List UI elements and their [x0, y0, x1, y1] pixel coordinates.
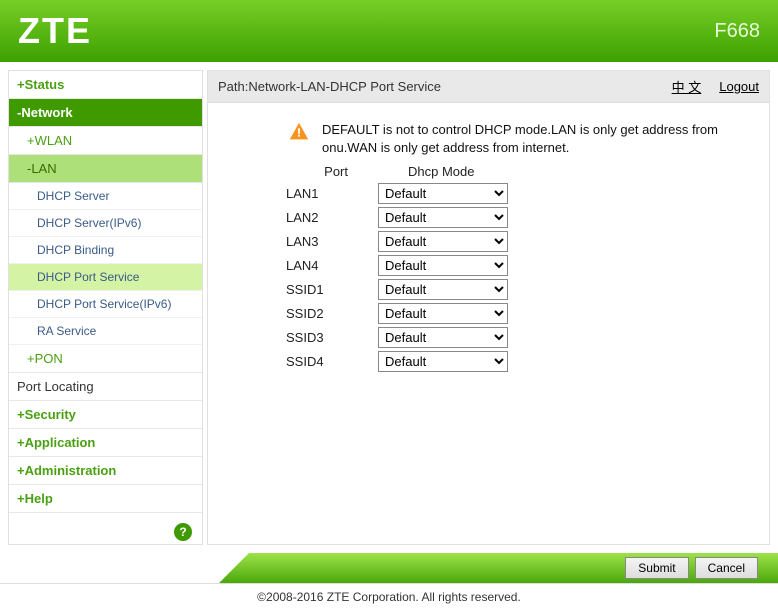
port-row: SSID1 DefaultLANWAN [278, 279, 749, 300]
copyright-text: ©2008-2016 ZTE Corporation. All rights r… [0, 583, 778, 610]
port-label: SSID3 [278, 330, 348, 345]
warning-icon [288, 121, 310, 143]
sidebar-leaf-dhcp-server-ipv6[interactable]: DHCP Server(IPv6) [9, 210, 202, 237]
sidebar-item-port-locating[interactable]: Port Locating [9, 373, 202, 401]
port-label: SSID4 [278, 354, 348, 369]
port-label: LAN1 [278, 186, 348, 201]
sidebar-item-security[interactable]: +Security [9, 401, 202, 429]
port-row: SSID2 DefaultLANWAN [278, 303, 749, 324]
footer-bar: Submit Cancel [0, 553, 778, 583]
dhcp-mode-select[interactable]: DefaultLANWAN [378, 231, 508, 252]
sidebar-item-administration[interactable]: +Administration [9, 457, 202, 485]
col-header-port: Port [278, 164, 348, 179]
sidebar-item-help[interactable]: +Help [9, 485, 202, 513]
header-bar: ZTE F668 [0, 0, 778, 62]
warning-text: DEFAULT is not to control DHCP mode.LAN … [322, 121, 749, 156]
port-row: LAN2 DefaultLANWAN [278, 207, 749, 228]
help-icon[interactable]: ? [174, 523, 192, 541]
port-label: LAN3 [278, 234, 348, 249]
sidebar-leaf-ra-service[interactable]: RA Service [9, 318, 202, 345]
sidebar: +Status -Network +WLAN -LAN DHCP Server … [8, 70, 203, 545]
sidebar-item-status[interactable]: +Status [9, 71, 202, 99]
port-label: SSID1 [278, 282, 348, 297]
port-row: SSID4 DefaultLANWAN [278, 351, 749, 372]
content-panel: Path:Network-LAN-DHCP Port Service 中 文 L… [207, 70, 770, 545]
sidebar-leaf-dhcp-port-service-ipv6[interactable]: DHCP Port Service(IPv6) [9, 291, 202, 318]
cancel-button[interactable]: Cancel [695, 557, 758, 579]
port-label: SSID2 [278, 306, 348, 321]
logo: ZTE [18, 10, 92, 52]
port-label: LAN4 [278, 258, 348, 273]
dhcp-mode-select[interactable]: DefaultLANWAN [378, 303, 508, 324]
port-row: LAN1 DefaultLANWAN [278, 183, 749, 204]
sidebar-item-pon[interactable]: +PON [9, 345, 202, 373]
submit-button[interactable]: Submit [625, 557, 688, 579]
path-bar: Path:Network-LAN-DHCP Port Service 中 文 L… [208, 71, 769, 103]
port-row: LAN3 DefaultLANWAN [278, 231, 749, 252]
logout-link[interactable]: Logout [719, 79, 759, 94]
col-header-mode: Dhcp Mode [408, 164, 474, 179]
dhcp-mode-select[interactable]: DefaultLANWAN [378, 327, 508, 348]
sidebar-item-wlan[interactable]: +WLAN [9, 127, 202, 155]
sidebar-leaf-dhcp-port-service[interactable]: DHCP Port Service [9, 264, 202, 291]
model-label: F668 [714, 20, 760, 43]
dhcp-mode-select[interactable]: DefaultLANWAN [378, 183, 508, 204]
sidebar-item-lan[interactable]: -LAN [9, 155, 202, 183]
port-row: LAN4 DefaultLANWAN [278, 255, 749, 276]
port-row: SSID3 DefaultLANWAN [278, 327, 749, 348]
dhcp-mode-select[interactable]: DefaultLANWAN [378, 207, 508, 228]
sidebar-item-network[interactable]: -Network [9, 99, 202, 127]
breadcrumb: Path:Network-LAN-DHCP Port Service [218, 79, 654, 94]
sidebar-item-application[interactable]: +Application [9, 429, 202, 457]
dhcp-mode-select[interactable]: DefaultLANWAN [378, 351, 508, 372]
sidebar-leaf-dhcp-binding[interactable]: DHCP Binding [9, 237, 202, 264]
port-label: LAN2 [278, 210, 348, 225]
sidebar-leaf-dhcp-server[interactable]: DHCP Server [9, 183, 202, 210]
dhcp-mode-select[interactable]: DefaultLANWAN [378, 255, 508, 276]
dhcp-mode-select[interactable]: DefaultLANWAN [378, 279, 508, 300]
language-link[interactable]: 中 文 [672, 77, 702, 96]
